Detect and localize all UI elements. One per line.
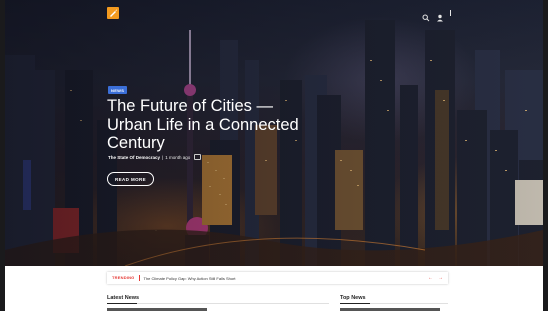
page: NEWS The Future of Cities — Urban Life i…	[5, 0, 543, 311]
read-more-button[interactable]: READ MORE	[107, 172, 154, 186]
latest-news-divider	[107, 303, 329, 304]
arrow-left-icon[interactable]: ←	[428, 275, 433, 281]
top-news-heading: Top News	[340, 295, 366, 301]
camera-icon	[194, 154, 202, 160]
category-badge[interactable]: NEWS	[108, 86, 128, 94]
header-actions	[422, 9, 451, 22]
pencil-logo-icon	[110, 9, 117, 17]
meta-separator: |	[162, 154, 164, 160]
latest-news-heading: Latest News	[107, 295, 140, 301]
arrow-right-icon[interactable]: →	[438, 275, 443, 281]
trending-headline[interactable]: The Climate Policy Gap: Why Action Still…	[140, 276, 429, 281]
trending-label: TRENDING	[107, 275, 140, 281]
trending-nav: ← →	[428, 275, 448, 281]
hero-meta: The State Of Democracy | 1 month ago	[108, 154, 202, 160]
post-time: 1 month ago	[165, 154, 191, 160]
site-logo[interactable]	[107, 7, 119, 19]
hero-banner[interactable]: NEWS The Future of Cities — Urban Life i…	[5, 0, 543, 266]
hero-headline[interactable]: The Future of Cities — Urban Life in a C…	[107, 97, 307, 153]
user-icon[interactable]	[436, 9, 444, 22]
top-news-divider	[340, 303, 448, 304]
author-name[interactable]: The State Of Democracy	[108, 155, 160, 160]
search-icon[interactable]	[422, 9, 430, 22]
trending-bar: TRENDING The Climate Policy Gap: Why Act…	[107, 272, 448, 284]
menu-toggle-icon[interactable]	[450, 10, 451, 16]
